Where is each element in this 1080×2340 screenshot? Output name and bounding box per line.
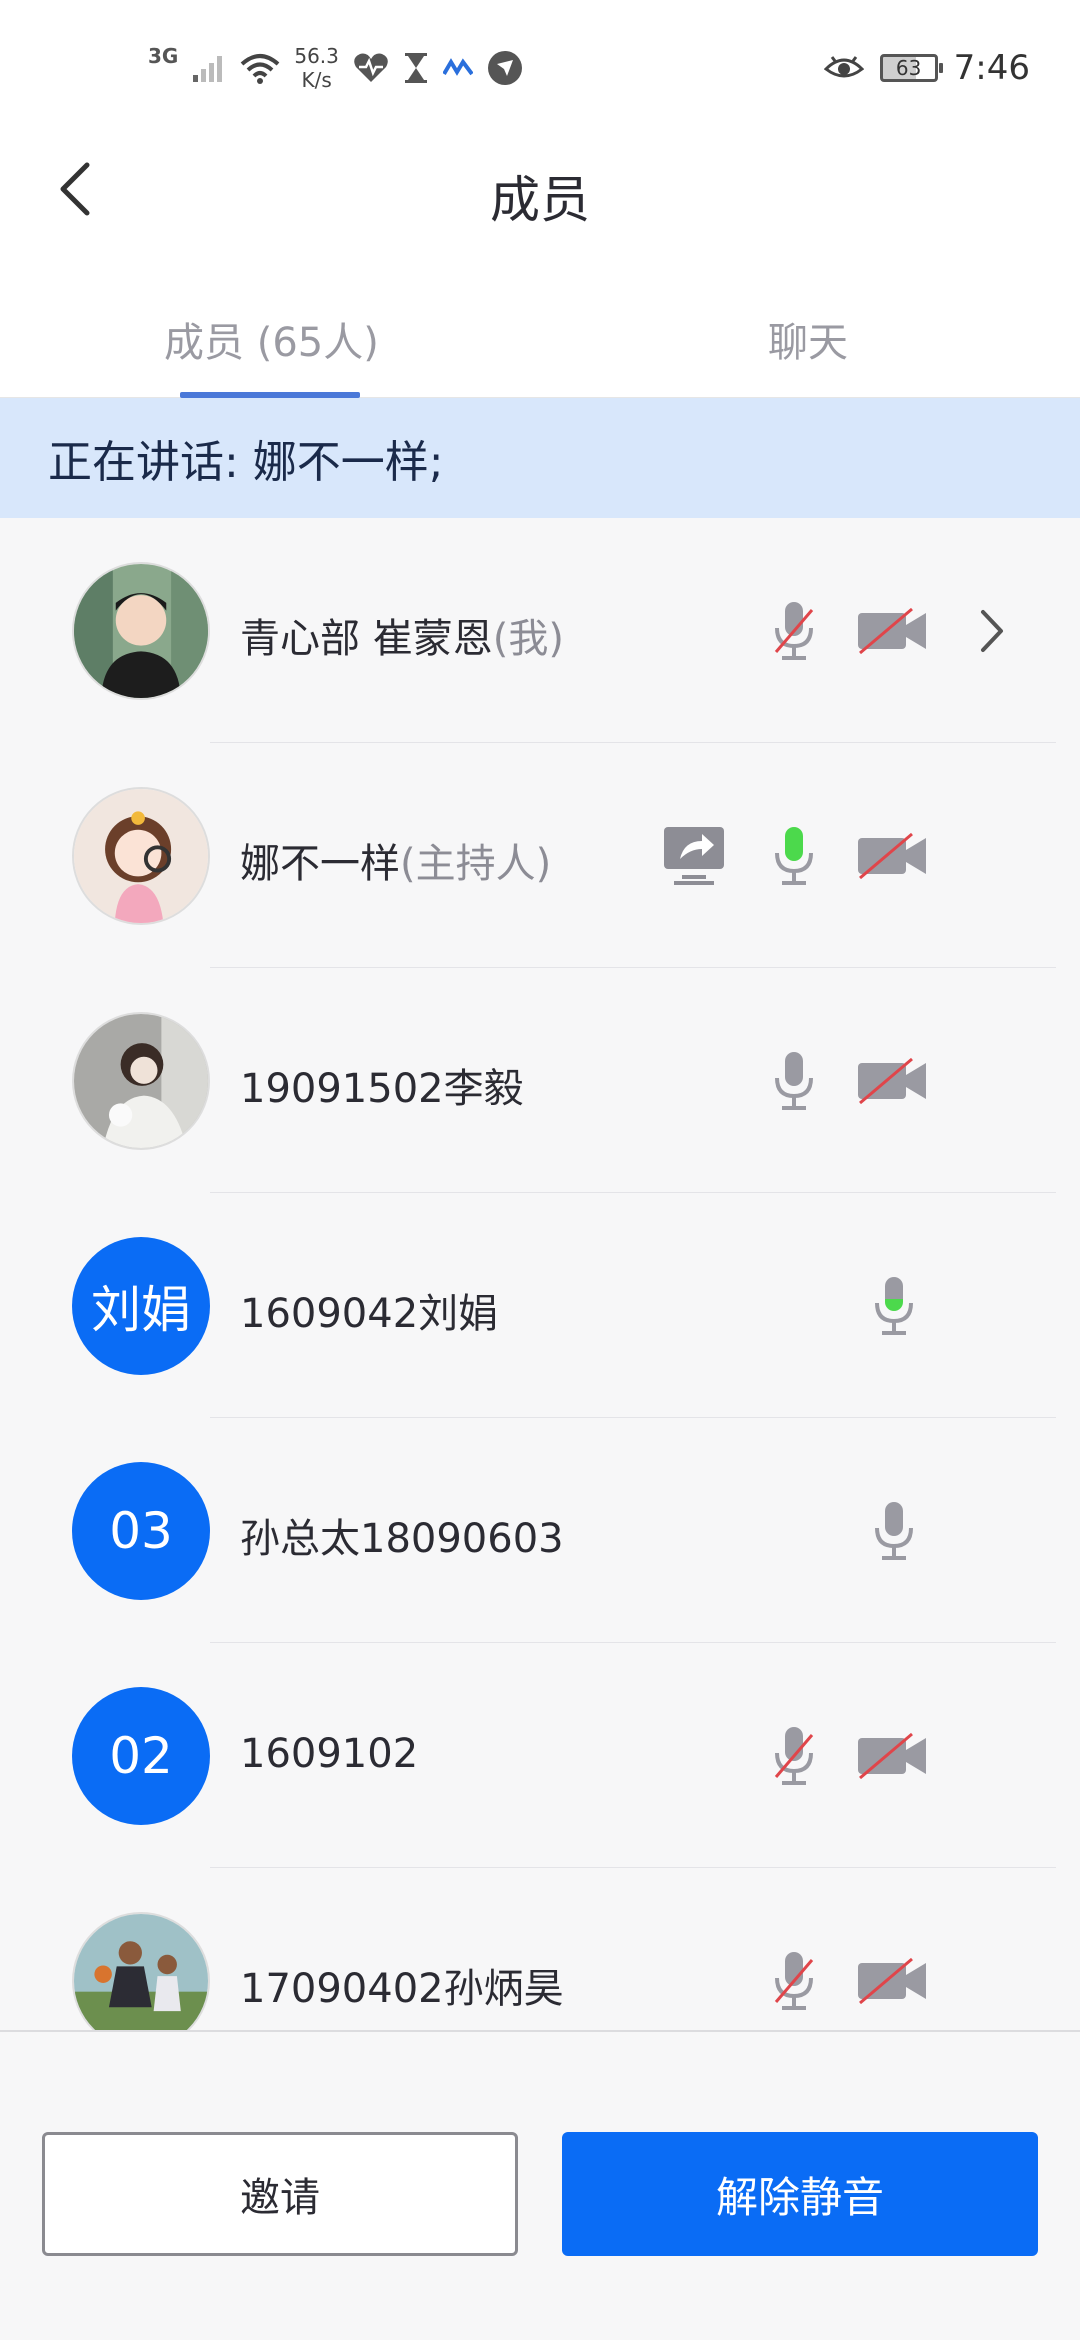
avatar-image — [74, 1014, 208, 1148]
member-name: 青心部 崔蒙恩(我) — [240, 606, 564, 664]
avatar — [72, 1912, 210, 2030]
member-role: (我) — [492, 616, 564, 662]
status-right: 63 7:46 — [823, 38, 1030, 98]
mic-muted-icon[interactable] — [764, 598, 824, 664]
avatar-image — [74, 564, 208, 698]
mic-muted-icon[interactable] — [764, 1723, 824, 1789]
member-row[interactable]: 刘娟 1609042刘娟 — [0, 1193, 1080, 1418]
member-name-text: 青心部 崔蒙恩 — [240, 616, 493, 662]
avatar: 03 — [72, 1462, 210, 1600]
member-name-text: 娜不一样 — [240, 841, 400, 887]
member-list[interactable]: 青心部 崔蒙恩(我) 娜不一样(主持人) 19091502李毅 刘娟 16090… — [0, 518, 1080, 2030]
speaking-banner: 正在讲话: 娜不一样; — [0, 398, 1080, 518]
member-name-text: 19091502李毅 — [240, 1066, 524, 1112]
mic-on-icon[interactable] — [764, 1048, 824, 1114]
avatar: 刘娟 — [72, 1237, 210, 1375]
health-heart-icon — [354, 53, 388, 82]
signal-icon — [193, 56, 223, 82]
member-role: (主持人) — [400, 841, 552, 887]
camera-off-icon[interactable] — [856, 823, 928, 889]
battery-indicator: 63 — [879, 54, 943, 82]
member-name: 17090402孙炳昊 — [240, 1956, 564, 2014]
camera-off-icon[interactable] — [856, 1948, 928, 2014]
member-name: 1609042刘娟 — [240, 1281, 498, 1339]
bottom-action-bar: 邀请 解除静音 — [0, 2030, 1080, 2340]
avatar — [72, 787, 210, 925]
speed-unit: K/s — [301, 68, 332, 92]
camera-off-icon[interactable] — [856, 1048, 928, 1114]
eye-comfort-icon — [823, 56, 864, 78]
member-name-text: 孙总太18090603 — [240, 1516, 564, 1562]
member-row[interactable]: 02 1609102 — [0, 1643, 1080, 1868]
tab-bar: 成员 (65人) 聊天 — [0, 260, 1080, 398]
member-row[interactable]: 19091502李毅 — [0, 968, 1080, 1193]
page-title: 成员 — [490, 171, 590, 229]
avatar — [72, 1012, 210, 1150]
mic-speaking-icon[interactable] — [764, 823, 824, 889]
network-speed: 56.3 K/s — [294, 44, 339, 92]
member-name: 1609102 — [240, 1731, 418, 1777]
app-badge-icon — [487, 51, 522, 85]
avatar-image — [74, 1914, 208, 2030]
member-row[interactable]: 17090402孙炳昊 — [0, 1868, 1080, 2030]
member-row[interactable]: 青心部 崔蒙恩(我) — [0, 518, 1080, 743]
member-name-text: 17090402孙炳昊 — [240, 1966, 564, 2012]
mic-muted-icon[interactable] — [764, 1948, 824, 2014]
network-type: 3G — [148, 44, 179, 68]
speed-value: 56.3 — [294, 44, 339, 68]
app-notification-icon — [442, 58, 473, 76]
camera-off-icon[interactable] — [856, 1723, 928, 1789]
mic-on-icon[interactable] — [864, 1498, 924, 1564]
invite-button[interactable]: 邀请 — [42, 2132, 518, 2256]
clock: 7:46 — [953, 48, 1030, 88]
member-row[interactable]: 03 孙总太18090603 — [0, 1418, 1080, 1643]
status-left: 3G 56.3 K/s — [148, 38, 523, 98]
camera-off-icon[interactable] — [856, 598, 928, 664]
status-bar: 3G 56.3 K/s 63 7:46 — [0, 0, 1080, 130]
hourglass-icon — [404, 53, 427, 83]
member-name-text: 1609042刘娟 — [240, 1291, 499, 1337]
wifi-icon — [241, 54, 280, 84]
avatar: 02 — [72, 1687, 210, 1825]
tab-members[interactable]: 成员 (65人) — [164, 310, 379, 368]
member-name: 19091502李毅 — [240, 1056, 524, 1114]
tab-chat[interactable]: 聊天 — [768, 310, 848, 368]
avatar — [72, 562, 210, 700]
member-row[interactable]: 娜不一样(主持人) — [0, 743, 1080, 968]
member-name: 孙总太18090603 — [240, 1506, 564, 1564]
app-header: 成员 — [0, 130, 1080, 260]
mic-active-icon[interactable] — [864, 1273, 924, 1339]
member-name: 娜不一样(主持人) — [240, 831, 551, 889]
unmute-button[interactable]: 解除静音 — [562, 2132, 1038, 2256]
avatar-image — [74, 789, 208, 923]
screen-share-icon[interactable] — [662, 823, 726, 889]
member-name-text: 1609102 — [240, 1731, 419, 1777]
chevron-right-icon[interactable] — [970, 598, 1014, 664]
